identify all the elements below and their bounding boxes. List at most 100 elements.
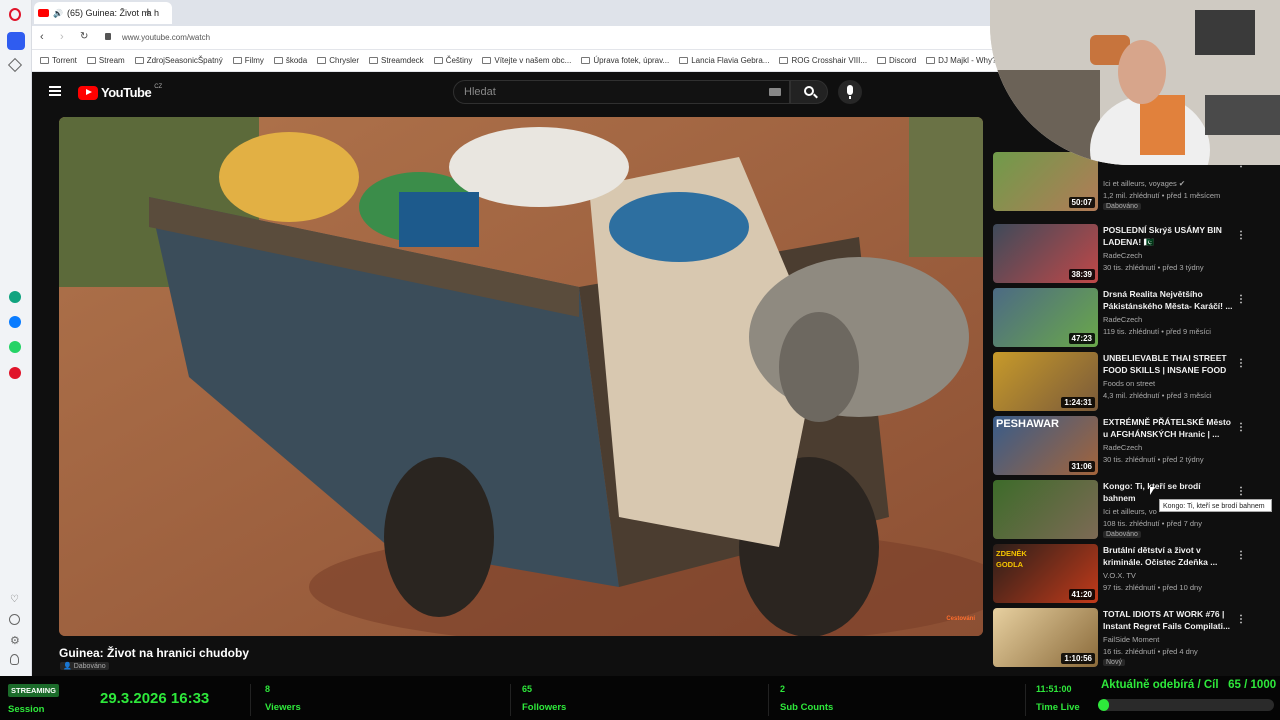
channel-name[interactable]: Ici et ailleurs, vo xyxy=(1103,507,1157,516)
recommendation-title[interactable]: Brutální dětství a život v kriminále. Oč… xyxy=(1103,544,1233,568)
video-thumbnail[interactable] xyxy=(993,480,1098,539)
search-input[interactable]: Hledat xyxy=(453,80,790,104)
bookmark-item[interactable]: Stream xyxy=(86,56,125,65)
keyboard-icon[interactable] xyxy=(769,88,781,96)
channel-name[interactable]: FailSide Moment xyxy=(1103,635,1159,644)
folder-icon xyxy=(926,57,936,64)
bookmark-item[interactable]: Úprava fotek, úprav... xyxy=(581,56,669,65)
back-icon[interactable]: ‹ xyxy=(40,31,44,43)
workspace-icon[interactable] xyxy=(7,32,25,50)
bookmark-item[interactable]: Chrysler xyxy=(317,56,359,65)
more-options-icon[interactable]: ⋮ xyxy=(1236,294,1246,306)
voice-search-button[interactable] xyxy=(838,80,862,104)
recommendation-badge: Dabováno xyxy=(1103,203,1141,210)
bookmark-label: Vítejte v našem obc... xyxy=(494,56,572,65)
forward-icon[interactable]: › xyxy=(60,31,64,43)
search-button[interactable] xyxy=(790,80,828,104)
view-meta: 97 tis. zhlédnutí • před 10 dny xyxy=(1103,583,1202,592)
stream-overlay-bar: STREAMING Session 29.3.2026 16:33 8 View… xyxy=(0,676,1280,720)
youtube-region: CZ xyxy=(154,83,163,90)
more-options-icon[interactable]: ⋮ xyxy=(1236,614,1246,626)
menu-icon[interactable] xyxy=(49,86,61,96)
recommendation-item[interactable]: 1:24:31 UNBELIEVABLE THAI STREET FOOD SKI… xyxy=(993,352,1248,412)
bookmark-item[interactable]: Lancia Flavia Gebra... xyxy=(679,56,769,65)
followers-value: 65 xyxy=(522,684,533,694)
bookmark-item[interactable]: ROG Crosshair VIII... xyxy=(779,56,867,65)
bookmark-item[interactable]: Češtiny xyxy=(433,56,473,65)
history-icon[interactable] xyxy=(9,614,20,625)
bookmark-item[interactable]: Streamdeck xyxy=(369,56,424,65)
video-thumbnail[interactable]: 47:23 xyxy=(993,288,1098,347)
recommendation-item[interactable]: 38:39 POSLEDNÍ Skrýš USÁMY BIN LADENA! 🇵🇰… xyxy=(993,224,1248,284)
youtube-logo[interactable]: YouTube CZ xyxy=(78,83,163,100)
opera-sidebar: ♡ ⚙ xyxy=(0,0,32,720)
tips-icon[interactable] xyxy=(10,654,19,665)
bookmark-item[interactable]: Torrent xyxy=(40,56,77,65)
bookmark-label: Streamdeck xyxy=(381,56,424,65)
bookmark-label: Chrysler xyxy=(329,56,359,65)
folder-icon xyxy=(40,57,49,64)
channel-name[interactable]: RadeCzech xyxy=(1103,315,1142,324)
bookmark-item[interactable]: Vítejte v našem obc... xyxy=(482,56,571,65)
streaming-status-badge: STREAMING xyxy=(8,684,59,697)
channel-name[interactable]: Ici et ailleurs, voyages ✔ xyxy=(1103,179,1185,188)
video-thumbnail[interactable]: 1:24:31 xyxy=(993,352,1098,411)
video-thumbnail[interactable]: 50:07 xyxy=(993,152,1098,211)
recommendation-badge: Dabováno xyxy=(1103,531,1141,538)
more-options-icon[interactable]: ⋮ xyxy=(1236,230,1246,242)
video-thumbnail[interactable]: 38:39 xyxy=(993,224,1098,283)
video-frame xyxy=(59,117,983,636)
opera-logo-icon[interactable] xyxy=(9,8,21,21)
bookmark-item[interactable]: ZdrojSeasonicŠpatný xyxy=(134,56,223,65)
bookmark-item[interactable]: škoda xyxy=(273,56,307,65)
music-player-icon[interactable] xyxy=(9,367,21,379)
microphone-icon xyxy=(847,85,853,95)
subs-value: 2 xyxy=(780,684,786,694)
pinboard-icon[interactable] xyxy=(7,57,23,73)
bookmark-label: Češtiny xyxy=(445,56,473,65)
folder-icon xyxy=(86,57,96,64)
more-options-icon[interactable]: ⋮ xyxy=(1236,550,1246,562)
recommendation-title[interactable]: Drsná Realita Největšího Pákistánského M… xyxy=(1103,288,1233,312)
recommendation-title[interactable]: UNBELIEVABLE THAI STREET FOOD SKILLS | I… xyxy=(1103,352,1233,378)
settings-gear-icon[interactable]: ⚙ xyxy=(10,634,20,647)
new-tab-button[interactable]: + xyxy=(144,5,152,19)
chatgpt-icon[interactable] xyxy=(9,291,21,303)
url-field[interactable]: www.youtube.com/watch xyxy=(122,33,210,42)
bookmark-item[interactable]: Discord xyxy=(877,56,916,65)
recommendation-title[interactable]: EXTRÉMNĚ PŘÁTELSKÉ Město u AFGHÁNSKÝCH H… xyxy=(1103,416,1233,440)
bookmark-label: ZdrojSeasonicŠpatný xyxy=(146,56,223,65)
video-player[interactable]: Cestování xyxy=(59,117,983,636)
recommendation-title[interactable]: TOTAL IDIOTS AT WORK #76 | Instant Regre… xyxy=(1103,608,1233,632)
video-thumbnail[interactable]: 1:10:56 xyxy=(993,608,1098,667)
recommendation-item[interactable]: 47:23 Drsná Realita Největšího Pákistánsk… xyxy=(993,288,1248,348)
heart-icon[interactable]: ♡ xyxy=(10,594,19,605)
video-title: Guinea: Život na hranici chudoby xyxy=(59,646,250,660)
youtube-logo-text: YouTube xyxy=(101,85,152,100)
view-meta: 119 tis. zhlédnutí • před 9 měsíci xyxy=(1103,327,1211,336)
channel-name[interactable]: RadeCzech xyxy=(1103,251,1142,260)
dubbed-badge-label: Dabováno xyxy=(73,662,106,670)
datetime: 29.3.2026 16:33 xyxy=(100,690,210,707)
messenger-icon[interactable] xyxy=(9,316,21,328)
duration-badge: 1:10:56 xyxy=(1061,653,1095,664)
more-options-icon[interactable]: ⋮ xyxy=(1236,422,1246,434)
tooltip: Kongo: Ti, kteří se brodí bahnem xyxy=(1159,499,1272,512)
lock-icon xyxy=(105,33,111,40)
channel-name[interactable]: V.O.X. TV xyxy=(1103,571,1136,580)
bookmark-item[interactable]: Filmy xyxy=(232,56,264,65)
mouse-cursor-icon xyxy=(1150,487,1155,495)
view-meta: 108 tis. zhlédnutí • před 7 dny xyxy=(1103,519,1202,528)
view-meta: 1,2 mil. zhlédnutí • před 1 měsícem xyxy=(1103,191,1221,200)
whatsapp-icon[interactable] xyxy=(9,341,21,353)
more-options-icon[interactable]: ⋮ xyxy=(1236,358,1246,370)
channel-name[interactable]: Foods on street xyxy=(1103,379,1155,388)
more-options-icon[interactable]: ⋮ xyxy=(1236,486,1246,498)
folder-icon xyxy=(779,57,789,64)
reload-icon[interactable]: ↻ xyxy=(80,31,88,42)
recommendation-item[interactable]: 1:10:56 TOTAL IDIOTS AT WORK #76 | Instan… xyxy=(993,608,1248,668)
recommendation-title[interactable]: POSLEDNÍ Skrýš USÁMY BIN LADENA! 🇵🇰 xyxy=(1103,224,1233,248)
dubbed-badge: 👤 Dabováno xyxy=(60,662,109,670)
channel-name[interactable]: RadeCzech xyxy=(1103,443,1142,452)
folder-icon xyxy=(134,57,144,64)
